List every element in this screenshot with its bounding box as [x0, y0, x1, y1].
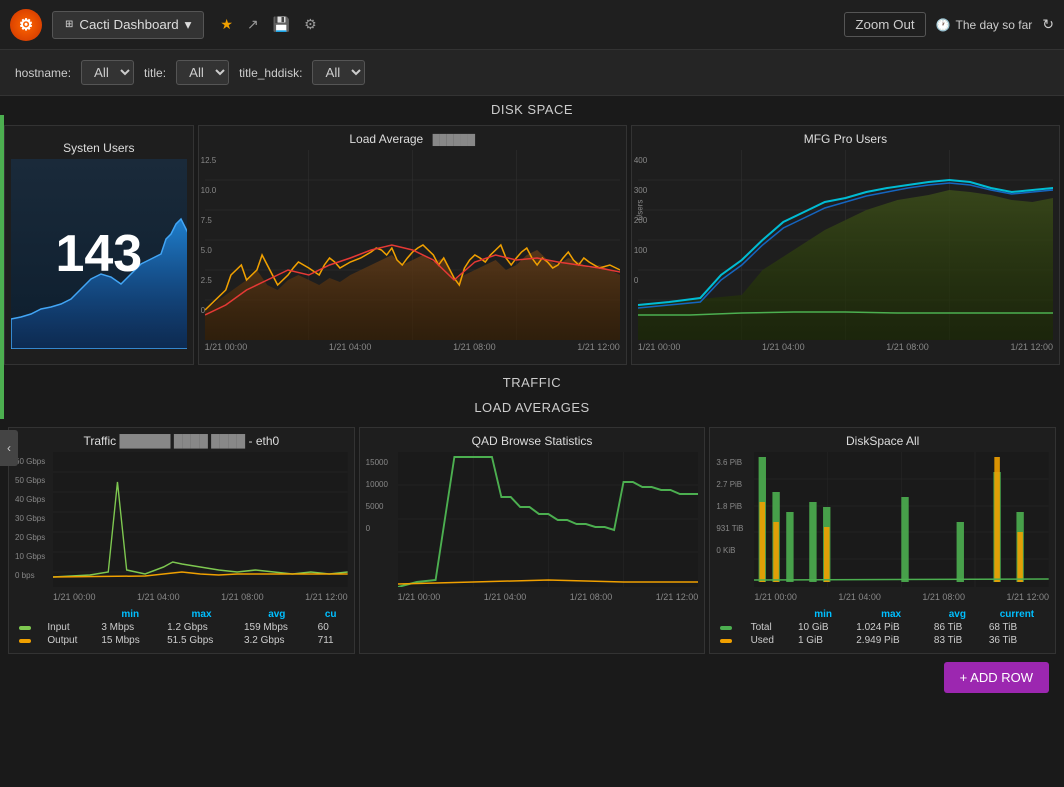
zoom-out-button[interactable]: Zoom Out — [844, 12, 925, 37]
header: ⚙ ⊞ Cacti Dashboard ▾ ★ ↗ 💾 ⚙ Zoom Out 🕐… — [0, 0, 1064, 50]
ds-avg-header: avg — [930, 608, 985, 621]
title-hddisk-label: title_hddisk: — [239, 66, 302, 80]
total-legend-color — [720, 626, 732, 630]
clock-icon: 🕐 — [936, 18, 951, 32]
ds-cur-header: current — [985, 608, 1049, 621]
traffic-max-header: max — [163, 608, 240, 621]
traffic-avg-header: avg — [240, 608, 314, 621]
diskspace-total-row: Total 10 GiB 1.024 PiB 86 TiB 68 TiB — [716, 621, 1049, 634]
title-select[interactable]: All — [176, 60, 229, 85]
refresh-icon[interactable]: ↻ — [1042, 16, 1054, 33]
traffic-x-axis: 1/21 00:00 1/21 04:00 1/21 08:00 1/21 12… — [53, 590, 348, 604]
load-average-title: Load Average ██████ — [205, 132, 620, 146]
load-average-y-axis: 12.510.07.55.02.50 — [201, 146, 217, 326]
traffic-input-row: Input 3 Mbps 1.2 Gbps 159 Mbps 60 — [15, 621, 348, 634]
favorite-icon[interactable]: ★ — [220, 16, 233, 33]
users-y-label: Users — [635, 200, 644, 221]
mfg-pro-users-chart — [638, 150, 1053, 340]
header-icons: ★ ↗ 💾 ⚙ — [220, 16, 316, 33]
grid-icon: ⊞ — [65, 19, 73, 30]
qad-browse-title: QAD Browse Statistics — [366, 434, 699, 448]
diskspace-x-axis: 1/21 00:00 1/21 04:00 1/21 08:00 1/21 12… — [754, 590, 1049, 604]
diskspace-used-row: Used 1 GiB 2.949 PiB 83 TiB 36 TiB — [716, 634, 1049, 647]
traffic-panel: Traffic ██████ ████ ████ - eth0 60 Gbps5… — [8, 427, 355, 654]
diskspace-all-panel: DiskSpace All 3.6 PiB2.7 PiB1.8 PiB931 T… — [709, 427, 1056, 654]
output-legend-color — [19, 639, 31, 643]
system-users-chart: 143 — [11, 159, 187, 349]
diskspace-all-title: DiskSpace All — [716, 434, 1049, 448]
bottom-charts: Traffic ██████ ████ ████ - eth0 60 Gbps5… — [0, 419, 1064, 708]
dashboard-title: Cacti Dashboard — [79, 17, 178, 32]
used-legend-color — [720, 639, 732, 643]
traffic-legend: min max avg cu Input 3 Mbps 1.2 Gbps 159… — [15, 608, 348, 647]
share-icon[interactable]: ↗ — [247, 16, 259, 33]
load-average-host: ██████ — [433, 135, 476, 146]
title-label: title: — [144, 66, 166, 80]
hostname-select[interactable]: All — [81, 60, 134, 85]
dropdown-arrow-icon: ▾ — [185, 17, 192, 33]
load-average-panel: Load Average ██████ — [198, 125, 627, 365]
bottom-charts-row: Traffic ██████ ████ ████ - eth0 60 Gbps5… — [4, 423, 1060, 658]
save-icon[interactable]: 💾 — [273, 16, 290, 33]
diskspace-legend: min max avg current Total 10 GiB 1.024 P… — [716, 608, 1049, 647]
add-row-button[interactable]: + ADD ROW — [944, 662, 1049, 693]
disk-space-charts: Systen Users 143 Load Average ██████ — [0, 121, 1064, 369]
day-so-far-label: The day so far — [956, 18, 1033, 32]
mfg-users-y-axis: 4003002001000 — [634, 146, 647, 296]
disk-space-header: DISK SPACE — [0, 96, 1064, 121]
load-averages-header: LOAD AVERAGES — [0, 394, 1064, 419]
load-average-chart — [205, 150, 620, 340]
diskspace-chart-area: 3.6 PiB2.7 PiB1.8 PiB931 TiB0 KiB — [716, 452, 1049, 590]
system-users-count: 143 — [55, 224, 142, 284]
input-legend-color — [19, 626, 31, 630]
used-label: Used — [747, 634, 794, 647]
mfg-pro-users-title: MFG Pro Users — [638, 132, 1053, 146]
title-hddisk-select[interactable]: All — [312, 60, 365, 85]
day-so-far: 🕐 The day so far — [936, 18, 1033, 32]
traffic-header: TRAFFIC — [0, 369, 1064, 394]
filter-bar: hostname: All title: All title_hddisk: A… — [0, 50, 1064, 96]
dashboard-title-button[interactable]: ⊞ Cacti Dashboard ▾ — [52, 11, 204, 39]
ds-min-header: min — [794, 608, 852, 621]
system-users-title: Systen Users — [63, 141, 134, 155]
system-users-panel: Systen Users 143 — [4, 125, 194, 365]
mfg-pro-users-panel: MFG Pro Users — [631, 125, 1060, 365]
traffic-cur-header: cu — [314, 608, 348, 621]
settings-icon[interactable]: ⚙ — [304, 16, 317, 33]
mfg-pro-users-x-axis: 1/21 00:00 1/21 04:00 1/21 08:00 1/21 12… — [638, 340, 1053, 354]
traffic-title: Traffic ██████ ████ ████ - eth0 — [15, 434, 348, 448]
header-right: Zoom Out 🕐 The day so far ↻ — [844, 12, 1054, 37]
ds-max-header: max — [852, 608, 930, 621]
qad-browse-panel: QAD Browse Statistics 150001000050000 — [359, 427, 706, 654]
qad-browse-x-axis: 1/21 00:00 1/21 04:00 1/21 08:00 1/21 12… — [398, 590, 699, 604]
sidebar-toggle[interactable]: ‹ — [0, 430, 18, 466]
hostname-label: hostname: — [15, 66, 71, 80]
qad-browse-chart-area: 150001000050000 — [366, 452, 699, 590]
traffic-min-header: min — [97, 608, 163, 621]
traffic-chart-area: 60 Gbps50 Gbps40 Gbps30 Gbps20 Gbps10 Gb… — [15, 452, 348, 590]
traffic-output-row: Output 15 Mbps 51.5 Gbps 3.2 Gbps 711 — [15, 634, 348, 647]
app-logo: ⚙ — [10, 9, 42, 41]
load-average-x-axis: 1/21 00:00 1/21 04:00 1/21 08:00 1/21 12… — [205, 340, 620, 354]
